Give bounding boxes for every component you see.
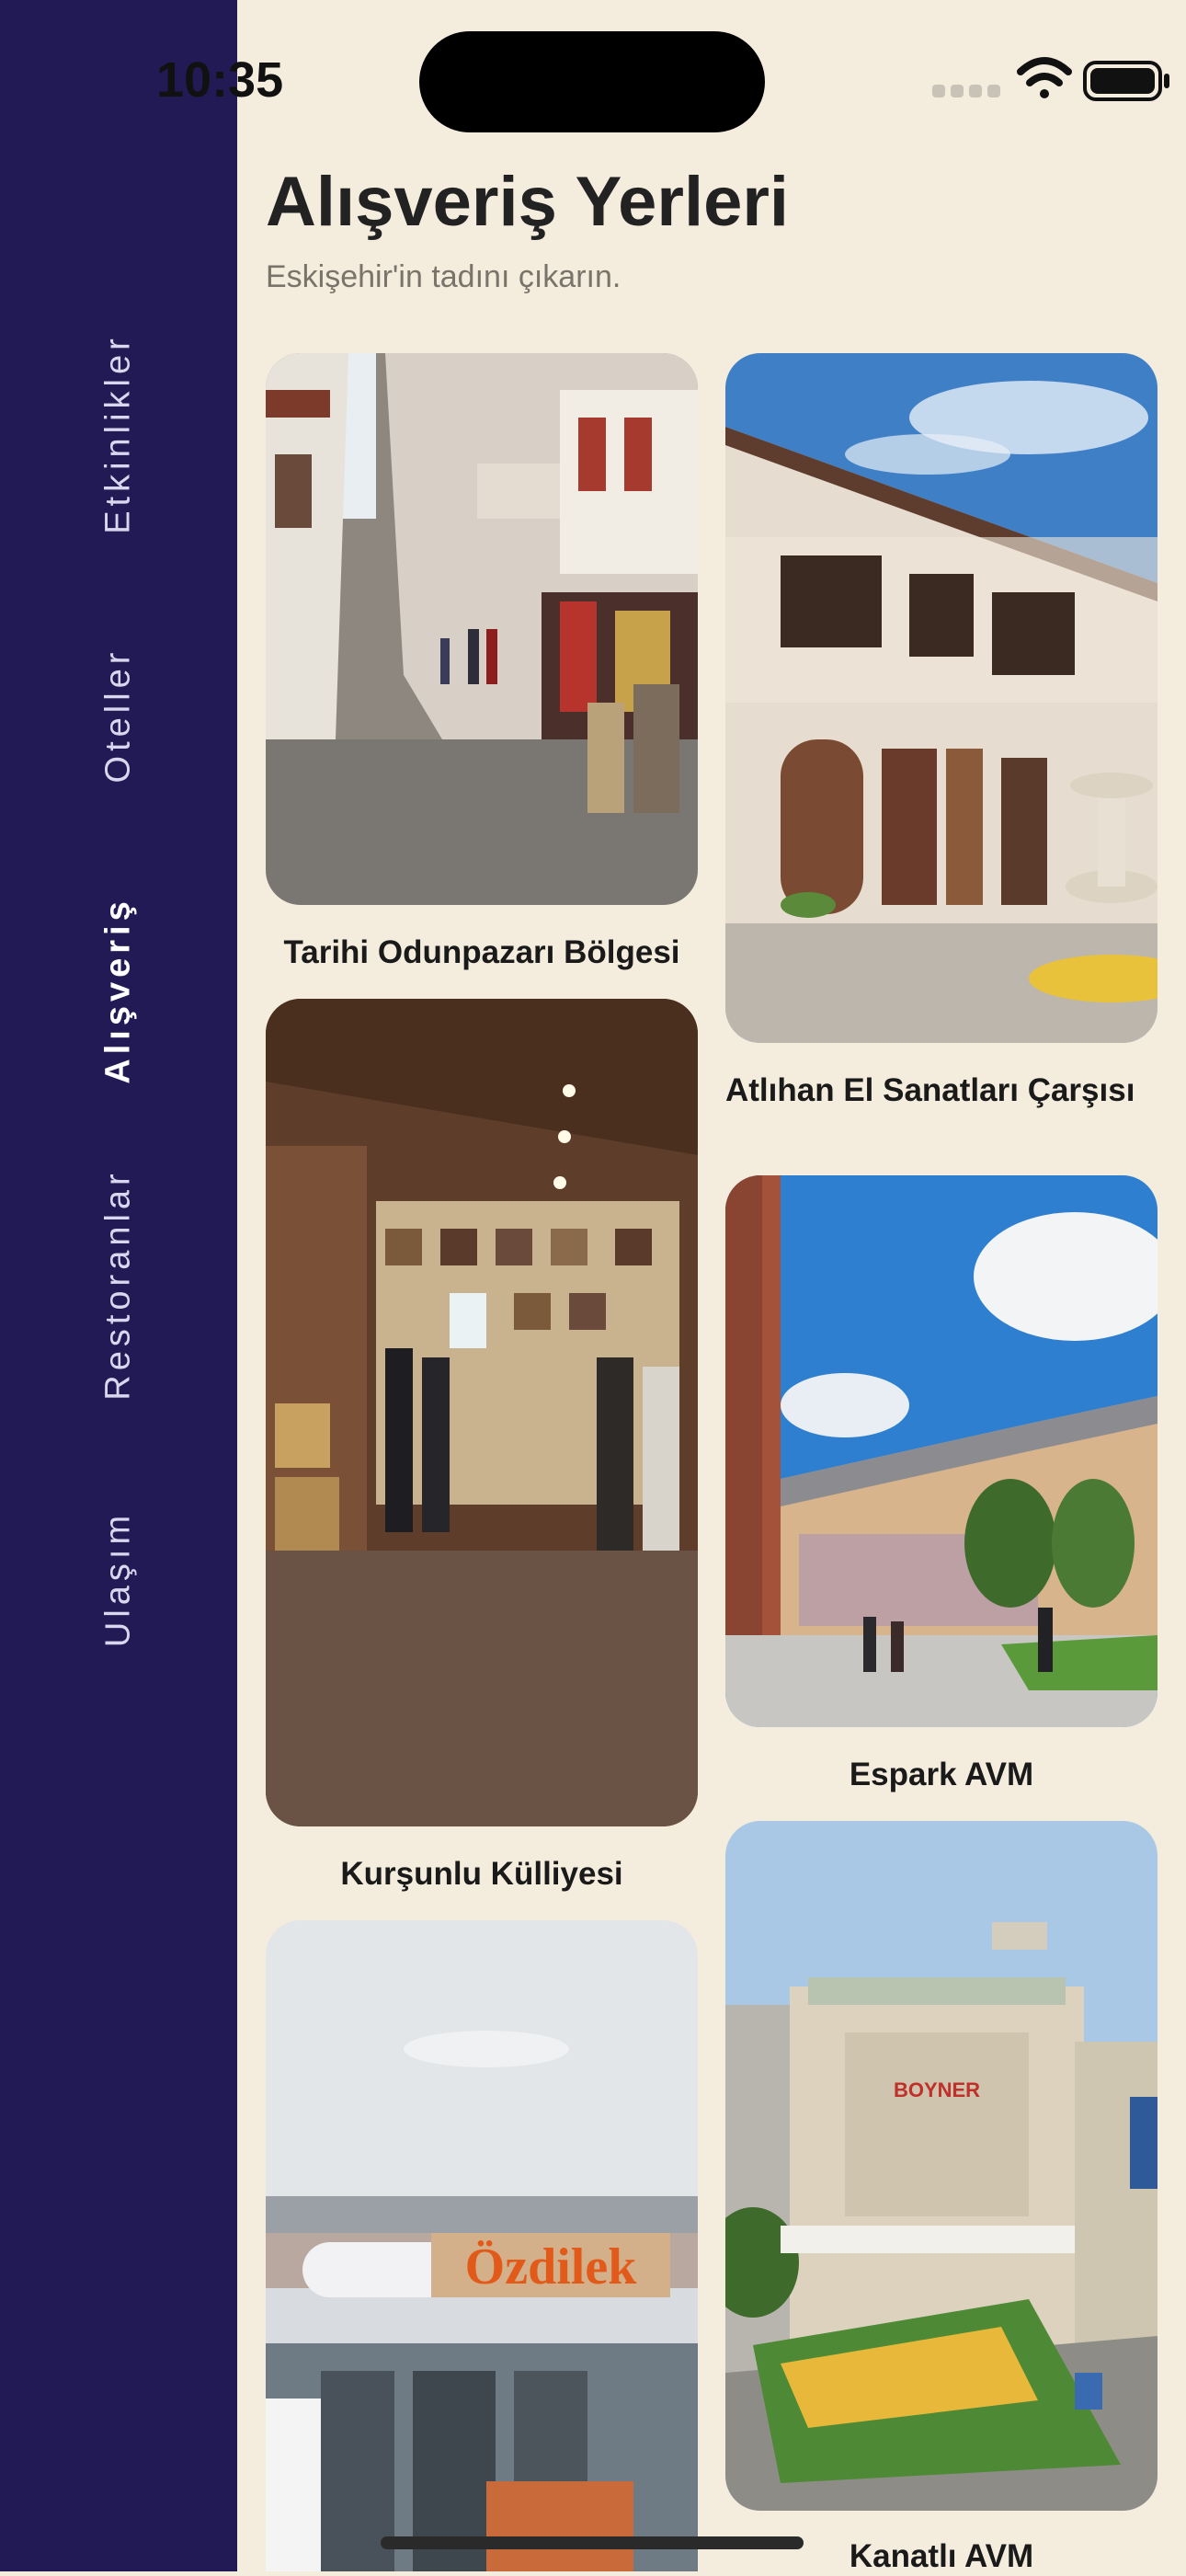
kanatli-sign: BOYNER bbox=[894, 2078, 980, 2101]
place-title-espark[interactable]: Espark AVM bbox=[725, 1755, 1157, 1794]
atlihan-bazaar-photo[interactable] bbox=[725, 353, 1157, 1043]
place-title-odunpazari[interactable]: Tarihi Odunpazarı Bölgesi bbox=[266, 933, 698, 972]
status-icons bbox=[910, 0, 1186, 156]
signal-icon bbox=[932, 85, 1000, 97]
kursunlu-interior-photo[interactable] bbox=[266, 999, 698, 1826]
place-title-kursunlu[interactable]: Kurşunlu Külliyesi bbox=[266, 1854, 698, 1894]
nav-item-alisveris[interactable]: Alışveriş bbox=[99, 897, 139, 1083]
dynamic-island bbox=[419, 31, 765, 132]
nav-item-restoranlar[interactable]: Restoranlar bbox=[99, 1169, 139, 1400]
odunpazari-street-photo[interactable] bbox=[266, 353, 698, 905]
nav-item-oteller[interactable]: Oteller bbox=[99, 648, 139, 784]
espark-mall-photo[interactable] bbox=[725, 1175, 1157, 1727]
page-title: Alışveriş Yerleri bbox=[266, 163, 790, 241]
nav-item-ulasim[interactable]: Ulaşım bbox=[99, 1511, 139, 1647]
page-subtitle: Eskişehir'in tadını çıkarın. bbox=[266, 259, 622, 294]
side-navigation: Etkinlikler Oteller Alışveriş Restoranla… bbox=[0, 0, 237, 2571]
home-indicator[interactable] bbox=[381, 2536, 804, 2549]
status-time: 10:35 bbox=[156, 52, 284, 108]
battery-icon bbox=[1083, 61, 1169, 101]
place-title-atlihan[interactable]: Atlıhan El Sanatları Çarşısı bbox=[725, 1070, 1157, 1110]
nav-item-etkinlikler[interactable]: Etkinlikler bbox=[99, 334, 139, 534]
kanatli-mall-photo[interactable]: BOYNER bbox=[725, 1821, 1157, 2511]
ozdilek-mall-photo[interactable]: Özdilek bbox=[266, 1920, 698, 2571]
wifi-icon bbox=[1017, 57, 1072, 98]
ozdilek-sign: Özdilek bbox=[465, 2238, 638, 2296]
